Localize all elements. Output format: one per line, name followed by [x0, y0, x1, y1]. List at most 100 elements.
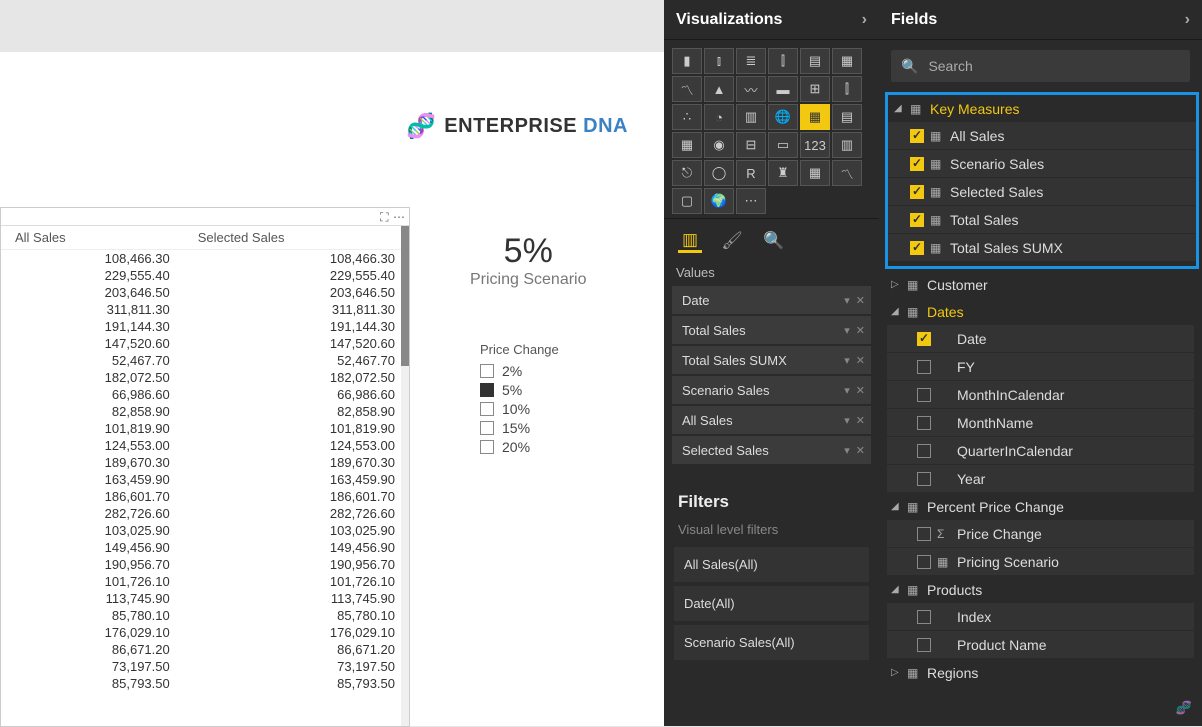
checkbox-icon[interactable]: [480, 383, 494, 397]
field-item[interactable]: Date: [887, 325, 1194, 352]
table-row[interactable]: 182,072.50182,072.50: [1, 369, 409, 386]
viz-type-icon[interactable]: ▦: [672, 132, 702, 158]
well-remove-icon[interactable]: ✕: [856, 384, 865, 397]
field-item[interactable]: ▦Pricing Scenario: [887, 548, 1194, 575]
well-remove-icon[interactable]: ✕: [856, 414, 865, 427]
focus-mode-icon[interactable]: ⛶: [380, 210, 388, 224]
well-remove-icon[interactable]: ✕: [856, 444, 865, 457]
kpi-card[interactable]: 5% Pricing Scenario: [470, 232, 587, 289]
field-item[interactable]: ▦Selected Sales: [888, 178, 1196, 205]
value-well[interactable]: Scenario Sales▾✕: [672, 376, 871, 404]
field-item[interactable]: ▦Total Sales SUMX: [888, 234, 1196, 261]
table-row[interactable]: 85,780.1085,780.10: [1, 607, 409, 624]
field-checkbox[interactable]: [917, 555, 931, 569]
table-row[interactable]: 147,520.60147,520.60: [1, 335, 409, 352]
viz-type-icon[interactable]: ▲: [704, 76, 734, 102]
table-visual[interactable]: ⛶ ⋯ All SalesSelected Sales 108,466.3010…: [0, 207, 410, 727]
field-checkbox[interactable]: [917, 444, 931, 458]
viz-type-icon[interactable]: ⊞: [800, 76, 830, 102]
viz-type-icon[interactable]: ≣: [736, 48, 766, 74]
table-row[interactable]: 73,197.5073,197.50: [1, 658, 409, 675]
viz-type-icon[interactable]: ⫾: [704, 48, 734, 74]
table-row[interactable]: 190,956.70190,956.70: [1, 556, 409, 573]
filter-card[interactable]: Date(All): [674, 586, 869, 621]
table-row[interactable]: 85,793.5085,793.50: [1, 675, 409, 692]
field-item[interactable]: Index: [887, 603, 1194, 630]
viz-type-icon[interactable]: 〰: [736, 76, 766, 102]
regions-table[interactable]: ▷ ▦ Regions: [887, 659, 1194, 686]
well-dropdown-icon[interactable]: ▾: [844, 384, 850, 397]
slicer-option[interactable]: 10%: [480, 401, 559, 417]
well-remove-icon[interactable]: ✕: [856, 354, 865, 367]
viz-type-icon[interactable]: 🌐: [768, 104, 798, 130]
dates-table[interactable]: ◢ ▦ Dates: [887, 298, 1194, 325]
field-item[interactable]: ▦Scenario Sales: [888, 150, 1196, 177]
field-checkbox[interactable]: [910, 241, 924, 255]
slicer-option[interactable]: 5%: [480, 382, 559, 398]
table-row[interactable]: 191,144.30191,144.30: [1, 318, 409, 335]
table-row[interactable]: 101,726.10101,726.10: [1, 573, 409, 590]
viz-type-icon[interactable]: ▬: [768, 76, 798, 102]
checkbox-icon[interactable]: [480, 440, 494, 454]
viz-type-icon[interactable]: ◔: [704, 104, 734, 130]
field-item[interactable]: Product Name: [887, 631, 1194, 658]
table-scrollbar[interactable]: [401, 226, 409, 726]
viz-type-icon[interactable]: R: [736, 160, 766, 186]
filter-card[interactable]: Scenario Sales(All): [674, 625, 869, 660]
collapse-viz-icon[interactable]: ›: [862, 11, 867, 29]
viz-type-icon[interactable]: 123: [800, 132, 830, 158]
table-row[interactable]: 113,745.90113,745.90: [1, 590, 409, 607]
field-checkbox[interactable]: [910, 185, 924, 199]
field-item[interactable]: MonthName: [887, 409, 1194, 436]
analytics-tab-icon[interactable]: 🔍: [762, 229, 786, 253]
value-well[interactable]: Date▾✕: [672, 286, 871, 314]
table-column-header[interactable]: All Sales: [1, 226, 184, 250]
field-checkbox[interactable]: [917, 416, 931, 430]
viz-type-icon[interactable]: ▢: [672, 188, 702, 214]
table-column-header[interactable]: Selected Sales: [184, 226, 409, 250]
table-row[interactable]: 186,601.70186,601.70: [1, 488, 409, 505]
value-well[interactable]: Selected Sales▾✕: [672, 436, 871, 464]
field-item[interactable]: ΣPrice Change: [887, 520, 1194, 547]
price-change-slicer[interactable]: Price Change 2%5%10%15%20%: [480, 342, 559, 458]
viz-type-icon[interactable]: ⫿: [832, 76, 862, 102]
viz-type-icon[interactable]: ∴: [672, 104, 702, 130]
table-row[interactable]: 86,671.2086,671.20: [1, 641, 409, 658]
viz-type-icon[interactable]: ◯: [704, 160, 734, 186]
scrollbar-thumb[interactable]: [401, 226, 409, 366]
table-row[interactable]: 124,553.00124,553.00: [1, 437, 409, 454]
field-item[interactable]: MonthInCalendar: [887, 381, 1194, 408]
table-row[interactable]: 311,811.30311,811.30: [1, 301, 409, 318]
field-item[interactable]: FY: [887, 353, 1194, 380]
viz-type-icon[interactable]: ▦: [800, 160, 830, 186]
filter-card[interactable]: All Sales(All): [674, 547, 869, 582]
field-checkbox[interactable]: [917, 638, 931, 652]
table-row[interactable]: 163,459.90163,459.90: [1, 471, 409, 488]
checkbox-icon[interactable]: [480, 421, 494, 435]
slicer-option[interactable]: 20%: [480, 439, 559, 455]
viz-type-icon[interactable]: ▤: [800, 48, 830, 74]
more-options-icon[interactable]: ⋯: [393, 210, 405, 224]
customer-table[interactable]: ▷ ▦ Customer: [887, 271, 1194, 298]
value-well[interactable]: Total Sales SUMX▾✕: [672, 346, 871, 374]
table-row[interactable]: 101,819.90101,819.90: [1, 420, 409, 437]
format-tab-icon[interactable]: 🖌: [720, 229, 744, 253]
field-checkbox[interactable]: [910, 129, 924, 143]
field-item[interactable]: ▦All Sales: [888, 122, 1196, 149]
field-item[interactable]: QuarterInCalendar: [887, 437, 1194, 464]
collapse-fields-icon[interactable]: ›: [1185, 11, 1190, 29]
slicer-option[interactable]: 15%: [480, 420, 559, 436]
viz-type-icon[interactable]: ◉: [704, 132, 734, 158]
viz-type-icon[interactable]: 〽: [672, 76, 702, 102]
table-row[interactable]: 282,726.60282,726.60: [1, 505, 409, 522]
table-row[interactable]: 149,456.90149,456.90: [1, 539, 409, 556]
field-checkbox[interactable]: [917, 472, 931, 486]
value-well[interactable]: All Sales▾✕: [672, 406, 871, 434]
field-checkbox[interactable]: [917, 527, 931, 541]
percent-price-change-table[interactable]: ◢ ▦ Percent Price Change: [887, 493, 1194, 520]
viz-type-icon[interactable]: ▤: [832, 104, 862, 130]
fields-search[interactable]: 🔍 Search: [891, 50, 1190, 82]
field-item[interactable]: Year: [887, 465, 1194, 492]
slicer-option[interactable]: 2%: [480, 363, 559, 379]
table-row[interactable]: 189,670.30189,670.30: [1, 454, 409, 471]
